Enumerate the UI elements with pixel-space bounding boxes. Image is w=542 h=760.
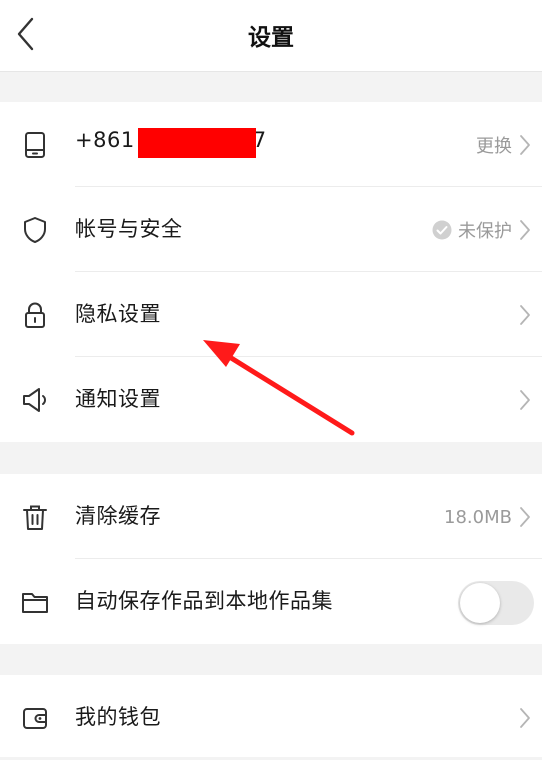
chevron-right-icon: [520, 220, 530, 240]
page-title: 设置: [248, 25, 294, 51]
clear-cache-row[interactable]: 清除缓存 18.0MB: [0, 474, 542, 559]
notification-settings-row[interactable]: 通知设置: [0, 357, 542, 442]
account-settings-group: +861 7 更换 帐号与安全 未保护 隐私设置 通知设置: [0, 102, 542, 442]
privacy-settings-label: 隐私设置: [75, 302, 161, 326]
phone-prefix: +861: [75, 128, 135, 152]
speaker-icon: [23, 388, 46, 412]
wallet-group: 我的钱包: [0, 675, 542, 757]
security-status: 未保护: [458, 221, 512, 242]
chevron-right-icon: [520, 135, 530, 155]
phone-number-row[interactable]: +861 7 更换: [0, 102, 542, 187]
account-security-row[interactable]: 帐号与安全 未保护: [0, 187, 542, 272]
header-bar: 设置: [0, 0, 542, 72]
chevron-right-icon: [520, 708, 530, 728]
phone-icon: [25, 132, 45, 158]
my-wallet-label: 我的钱包: [75, 705, 161, 729]
chevron-right-icon: [520, 390, 530, 410]
my-wallet-row[interactable]: 我的钱包: [0, 675, 542, 760]
trash-icon: [23, 505, 47, 530]
notification-settings-label: 通知设置: [75, 387, 161, 411]
lock-icon: [25, 302, 45, 328]
phone-redaction: [138, 128, 256, 158]
check-circle-icon: [432, 220, 452, 240]
account-security-label: 帐号与安全: [75, 217, 183, 241]
storage-settings-group: 清除缓存 18.0MB 自动保存作品到本地作品集: [0, 474, 542, 644]
chevron-right-icon: [520, 305, 530, 325]
cache-size: 18.0MB: [444, 506, 512, 528]
chevron-right-icon: [520, 507, 530, 527]
wallet-icon: [23, 708, 47, 729]
auto-save-toggle[interactable]: [458, 581, 534, 625]
auto-save-label: 自动保存作品到本地作品集: [75, 589, 333, 613]
toggle-knob: [460, 583, 500, 623]
auto-save-row: 自动保存作品到本地作品集: [0, 559, 542, 644]
clear-cache-label: 清除缓存: [75, 504, 161, 528]
change-phone-link[interactable]: 更换: [476, 132, 512, 158]
shield-icon: [24, 217, 46, 243]
folder-icon: [22, 593, 48, 613]
privacy-settings-row[interactable]: 隐私设置: [0, 272, 542, 357]
